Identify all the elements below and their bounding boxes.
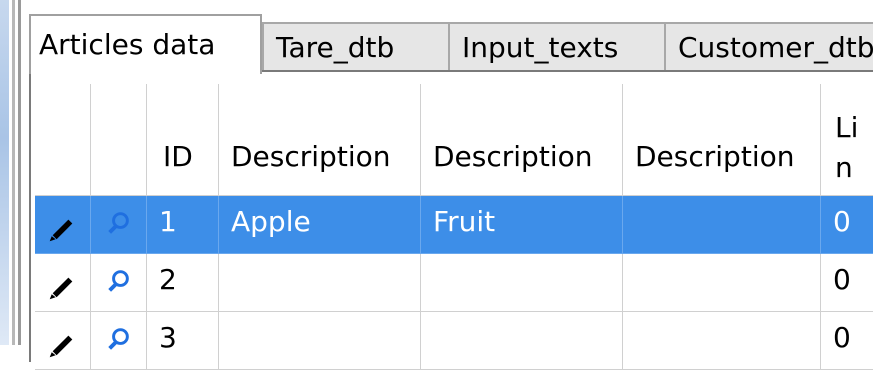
cell-text: 3 (159, 321, 177, 354)
tab-tare-dtb[interactable]: Tare_dtb (262, 22, 450, 72)
edit-cell[interactable] (35, 196, 91, 254)
cell-description-1[interactable] (219, 312, 421, 370)
pencil-icon[interactable] (35, 254, 90, 311)
header-description-1[interactable]: Description (219, 84, 421, 196)
cell-text: 0 (833, 321, 851, 354)
cell-text: 0 (833, 263, 851, 296)
cell-text: 2 (159, 263, 177, 296)
splitter-line (18, 0, 21, 345)
magnifier-icon[interactable] (91, 312, 146, 369)
header-description-2[interactable]: Description (421, 84, 623, 196)
pencil-icon[interactable] (35, 312, 90, 369)
tab-label: Tare_dtb (276, 31, 395, 64)
magnifier-icon[interactable] (91, 196, 146, 253)
header-label: ID (163, 140, 193, 173)
cell-text: Fruit (433, 205, 496, 238)
splitter[interactable] (12, 0, 15, 345)
find-cell[interactable] (91, 196, 147, 254)
window-edge (0, 0, 9, 345)
cell-text: 1 (159, 205, 177, 238)
tab-bar: Articles data Tare_dtb Input_texts Custo… (29, 14, 873, 74)
find-cell[interactable] (91, 312, 147, 370)
tab-articles-data[interactable]: Articles data (29, 14, 262, 74)
edit-cell[interactable] (35, 312, 91, 370)
cell-description-3[interactable] (623, 312, 821, 370)
header-label: Description (231, 140, 391, 173)
cell-description-2[interactable]: Fruit (421, 196, 623, 254)
tab-label: Input_texts (462, 31, 619, 64)
header-id[interactable]: ID (147, 84, 219, 196)
header-description-3[interactable]: Description (623, 84, 821, 196)
tab-label: Customer_dtb (678, 31, 873, 64)
cell-id[interactable]: 1 (147, 196, 219, 254)
tab-label: Articles data (39, 28, 216, 61)
cell-description-1[interactable]: Apple (219, 196, 421, 254)
cell-description-2[interactable] (421, 254, 623, 312)
cell-text: Apple (231, 205, 311, 238)
cell-id[interactable]: 3 (147, 312, 219, 370)
header-lin-ta[interactable]: Lin ta (821, 84, 873, 196)
cell-description-2[interactable] (421, 312, 623, 370)
cell-description-3[interactable] (623, 196, 821, 254)
cell-lin[interactable]: 0 (821, 312, 873, 370)
pencil-icon[interactable] (35, 196, 90, 253)
cell-description-3[interactable] (623, 254, 821, 312)
cell-lin[interactable]: 0 (821, 196, 873, 254)
magnifier-icon[interactable] (91, 254, 146, 311)
cell-lin[interactable]: 0 (821, 254, 873, 312)
cell-text: 0 (833, 205, 851, 238)
header-cell-find (91, 84, 147, 196)
find-cell[interactable] (91, 254, 147, 312)
cell-description-1[interactable] (219, 254, 421, 312)
header-label: Description (433, 140, 593, 173)
header-label: Description (635, 140, 795, 173)
header-cell-edit (35, 84, 91, 196)
tab-customer-dtb[interactable]: Customer_dtb (664, 22, 873, 72)
tab-input-texts[interactable]: Input_texts (448, 22, 666, 72)
header-label: Lin ta (835, 111, 859, 195)
edit-cell[interactable] (35, 254, 91, 312)
cell-id[interactable]: 2 (147, 254, 219, 312)
